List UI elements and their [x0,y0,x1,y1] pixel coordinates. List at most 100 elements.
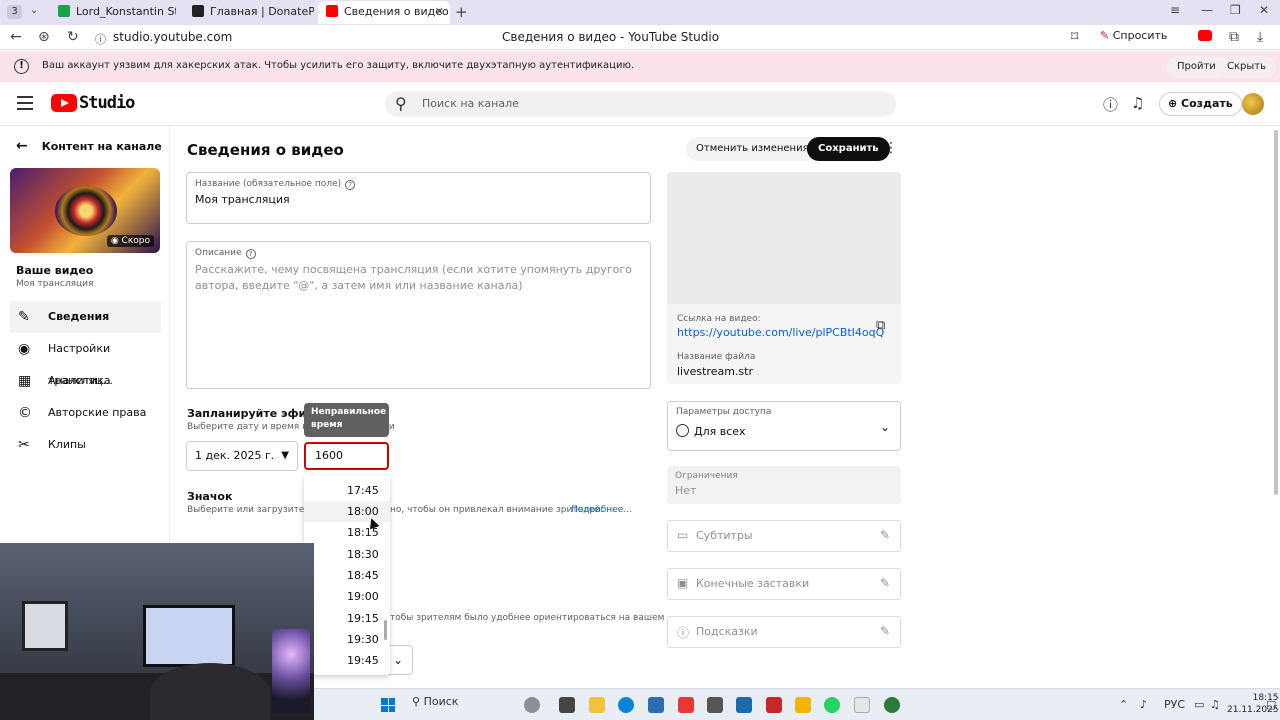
store-icon[interactable] [648,697,664,713]
time-option[interactable]: 18:45 [304,565,390,586]
tab-count-badge[interactable]: 3 [7,5,22,19]
tray-chevron-icon[interactable]: ⌃ [1119,698,1128,711]
description-field[interactable]: Описание? Расскажите, чему посвящена тра… [186,241,651,389]
edge-icon[interactable] [618,697,634,713]
webcam-person [150,663,270,720]
sidebar-item-copyright[interactable]: © Авторские права [10,397,161,429]
ask-button[interactable]: ✎ Спросить [1100,29,1167,42]
notifications-icon[interactable]: ▢ [1266,698,1276,711]
notifications-bell-icon[interactable]: ♫ [1131,94,1144,112]
edit-pencil-icon[interactable]: ✎ [880,528,890,542]
calculator-icon[interactable] [707,697,723,713]
channel-search-input[interactable]: ⚲ Поиск на канале [385,91,896,117]
video-thumbnail[interactable]: ◉ Скоро [10,168,160,253]
back-icon[interactable]: ← [10,29,22,45]
webcam-pc-case [272,629,310,713]
browser-tab-stream[interactable]: Lord_Konstantin Stream - [48,1,176,24]
schedule-date-select[interactable]: 1 дек. 2025 г. ▼ [186,441,298,471]
menu-burger-icon[interactable] [17,96,33,110]
sidebar-item-label: Клипы [48,438,86,451]
chevron-down-icon: ⌄ [879,420,890,434]
time-option[interactable]: 17:45 [304,480,390,501]
camera-icon[interactable] [736,697,752,713]
end-screen-row[interactable]: ▣ Конечные заставки ✎ [667,568,901,600]
schedule-time-input[interactable]: 1600 [304,442,389,470]
subtitles-row[interactable]: ▭ Субтитры ✎ [667,520,901,552]
copyright-icon: © [18,405,32,421]
reload-icon[interactable]: ↻ [67,29,79,45]
address-bar-row: ← ⊛ ↻ ⓘ studio.youtube.com Сведения о ви… [0,25,1280,50]
site-info-icon[interactable]: ⓘ [95,31,106,47]
close-window-icon[interactable]: ✕ [1259,3,1269,17]
extensions-icon[interactable]: ⧉ [1229,29,1239,45]
new-tab-icon[interactable]: + [455,3,468,21]
windows-start-icon[interactable] [381,698,395,712]
end-screen-icon: ▣ [677,576,689,590]
banner-hide-button[interactable]: Скрыть [1217,56,1276,78]
tab-menu-chevron-icon[interactable]: ⌄ [30,5,38,16]
time-dropdown-scrollbar[interactable] [384,620,387,640]
edit-pencil-icon[interactable]: ✎ [880,624,890,638]
back-label: Контент на канале [41,140,162,153]
microphone-icon[interactable]: ♪ [1140,698,1147,711]
whatsapp-icon[interactable] [824,697,840,713]
video-preview[interactable] [667,172,901,304]
menu-icon[interactable]: ≡ [1170,3,1180,17]
search-icon: ⚲ [395,94,407,113]
youtube-extension-icon[interactable] [1198,30,1212,41]
copy-icon[interactable]: ⧉ [876,318,885,333]
media-icon[interactable] [854,697,870,713]
task-view-icon[interactable] [559,697,575,713]
shield-icon[interactable]: ⊛ [38,29,50,45]
browser-tab-studio[interactable]: Сведения о видео - Yo ✕ [318,1,450,24]
edit-pencil-icon[interactable]: ✎ [880,576,890,590]
close-tab-icon[interactable]: ✕ [435,1,444,23]
create-button[interactable]: ⊕ Создать [1159,92,1242,116]
sidebar-item-analytics[interactable]: ▦ Аналитика [10,365,161,397]
obs-icon[interactable] [884,697,900,713]
bookmark-icon[interactable]: ⌑ [1071,29,1078,45]
time-option[interactable]: 19:45 [304,650,390,671]
page-scrollbar[interactable] [1274,130,1278,495]
file-explorer-icon[interactable] [589,697,605,713]
url-field[interactable]: studio.youtube.com [113,30,232,44]
tools-icon[interactable] [795,697,811,713]
cards-row[interactable]: ⓘ Подсказки ✎ [667,616,901,648]
invalid-time-tooltip: Неправильное время [304,403,389,437]
more-options-icon[interactable]: ⋮ [884,140,898,156]
taskbar-search[interactable]: ⚲ Поиск [412,695,458,708]
your-video-heading: Ваше видео [16,264,94,277]
back-to-content-link[interactable]: ← Контент на канале [16,138,162,154]
time-dropdown[interactable]: 17:45 18:00 18:15 18:30 18:45 19:00 19:1… [304,475,390,675]
network-icon[interactable]: ▭ [1194,698,1204,711]
sidebar-item-stream-settings[interactable]: ◉ Настройки трансляц... [10,333,161,387]
visibility-select[interactable]: Параметры доступа Для всех ⌄ [667,401,901,451]
save-button[interactable]: Сохранить [807,137,890,161]
title-field[interactable]: Название (обязательное поле)? Моя трансл… [186,172,651,224]
help-icon[interactable]: ? [245,249,256,259]
help-icon[interactable]: ⓘ [1103,94,1118,115]
widget-icon[interactable] [524,697,540,713]
learn-more-link[interactable]: Подробнее... [571,505,632,515]
end-screen-label: Конечные заставки [696,577,810,590]
discard-changes-button[interactable]: Отменить изменения [686,137,819,161]
yandex-browser-icon[interactable] [678,697,694,713]
time-option[interactable]: 19:15 [304,608,390,629]
avatar[interactable] [1242,93,1264,115]
download-icon[interactable]: ⤓ [1257,29,1263,45]
app-icon[interactable] [766,697,782,713]
maximize-icon[interactable]: ❐ [1230,3,1241,17]
volume-icon[interactable]: ♫ [1210,698,1220,711]
sidebar-item-details[interactable]: ✎ Сведения [10,301,161,333]
language-indicator[interactable]: РУС [1164,698,1185,711]
minimize-icon[interactable]: — [1201,3,1213,17]
studio-logo[interactable]: Studio [51,93,135,113]
browser-tab-donatepay[interactable]: Главная | DonatePay [182,1,314,24]
restrictions-field: Ограничения Нет [667,466,901,504]
sidebar-item-clips[interactable]: ✂ Клипы [10,429,161,461]
time-option[interactable]: 18:30 [304,544,390,565]
help-icon[interactable]: ? [345,180,356,190]
time-option[interactable]: 19:30 [304,629,390,650]
video-link[interactable]: https://youtube.com/live/plPCBtI4oqQ [677,326,884,339]
time-option[interactable]: 19:00 [304,586,390,607]
